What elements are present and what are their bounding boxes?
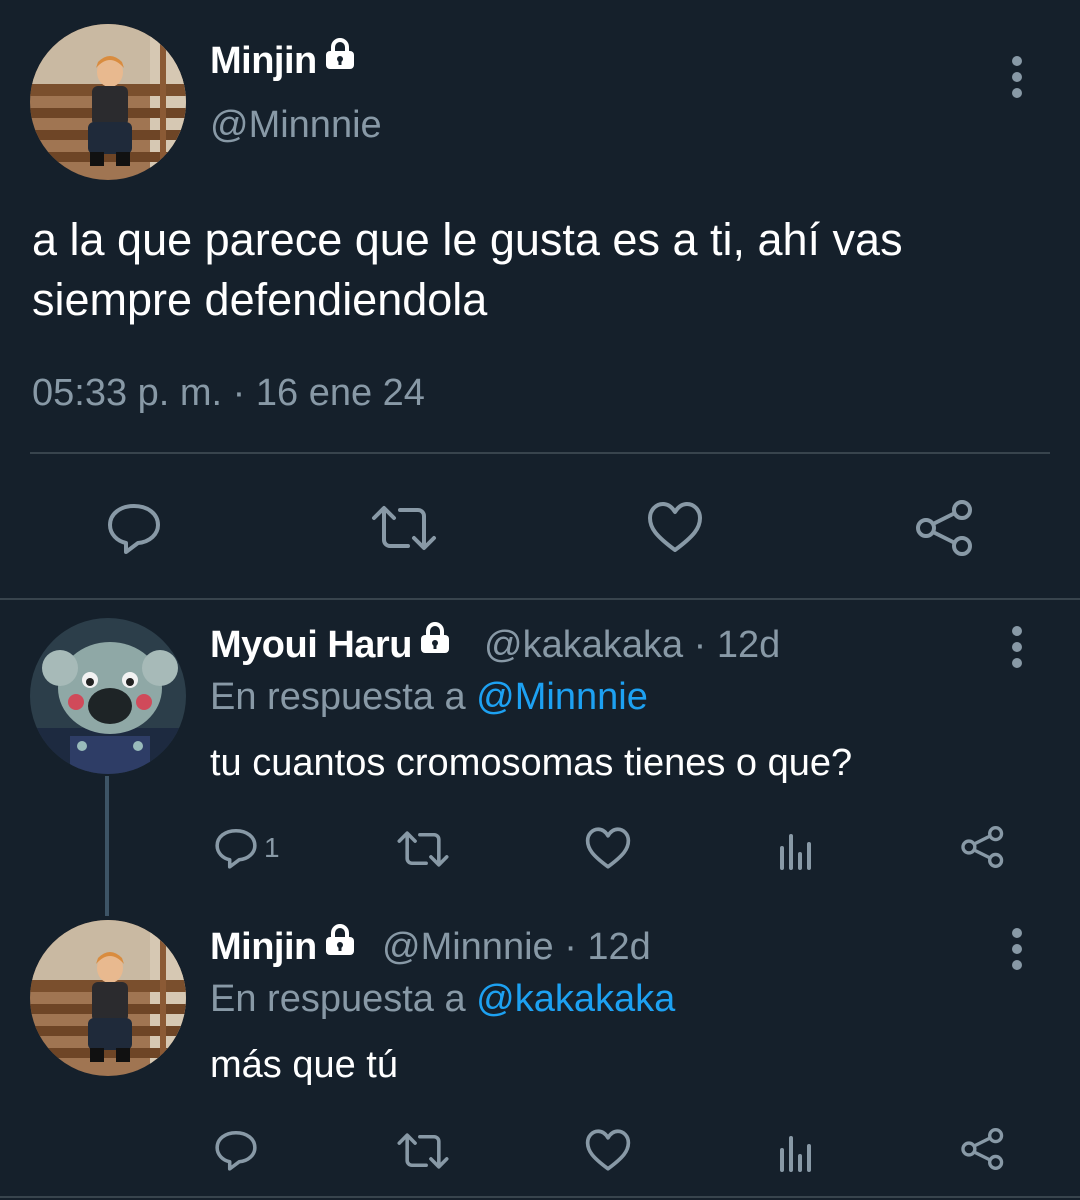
reply-button[interactable]	[214, 1128, 258, 1172]
reply-author-name-text: Minjin	[210, 926, 317, 968]
avatar[interactable]	[30, 24, 186, 180]
reply-icon	[108, 504, 160, 554]
retweet-button[interactable]	[396, 1132, 450, 1170]
reply-to-prefix: En respuesta a	[210, 978, 477, 1020]
reply-author-name[interactable]: Minjin	[210, 923, 357, 970]
like-button[interactable]	[584, 1128, 632, 1172]
like-button[interactable]	[646, 500, 704, 554]
tweet-detail-page: Minjin @Minnnie a la que parece que le g…	[0, 0, 1080, 1200]
section-divider	[0, 598, 1080, 600]
reply-to-prefix: En respuesta a	[210, 676, 477, 718]
retweet-button[interactable]	[396, 830, 450, 868]
reply-handle-time[interactable]: @kakakaka · 12d	[484, 624, 780, 667]
reply-to-line: En respuesta a @kakakaka	[210, 978, 675, 1021]
share-button[interactable]	[914, 498, 976, 558]
reply-icon	[215, 1130, 257, 1171]
section-divider	[0, 1196, 1080, 1198]
heart-icon	[585, 827, 631, 869]
reply-count: 1	[264, 832, 280, 863]
avatar[interactable]	[30, 618, 186, 774]
more-options-icon[interactable]	[1002, 52, 1032, 102]
heart-icon	[585, 1129, 631, 1171]
retweet-icon	[397, 1133, 449, 1169]
avatar[interactable]	[30, 920, 186, 1076]
author-handle[interactable]: @Minnnie	[210, 104, 382, 147]
author-name[interactable]: Minjin	[210, 37, 357, 84]
reply-to-line: En respuesta a @Minnnie	[210, 676, 648, 719]
retweet-button[interactable]	[370, 504, 438, 552]
reply-author-name-text: Myoui Haru	[210, 624, 412, 666]
lock-icon	[323, 37, 357, 80]
analytics-icon	[780, 1136, 811, 1172]
analytics-icon	[780, 834, 811, 870]
retweet-icon	[372, 506, 436, 550]
share-icon	[916, 500, 972, 556]
more-options-icon[interactable]	[1002, 622, 1032, 672]
reply-button[interactable]: 1	[214, 826, 280, 870]
share-icon	[961, 826, 1004, 868]
reply-author-name[interactable]: Myoui Haru	[210, 621, 452, 668]
share-button[interactable]	[960, 1126, 1006, 1172]
avatar-photo	[30, 24, 186, 180]
tweet-timestamp[interactable]: 05:33 p. m. · 16 ene 24	[32, 372, 425, 415]
analytics-button[interactable]	[776, 1132, 816, 1172]
reply-handle-time[interactable]: @Minnnie · 12d	[382, 926, 651, 969]
like-button[interactable]	[584, 826, 632, 870]
retweet-icon	[397, 831, 449, 867]
analytics-button[interactable]	[776, 830, 816, 870]
tweet-text: a la que parece que le gusta es a ti, ah…	[32, 214, 903, 325]
more-options-icon[interactable]	[1002, 924, 1032, 974]
divider	[30, 452, 1050, 454]
reply-icon	[215, 828, 257, 869]
share-button[interactable]	[960, 824, 1006, 870]
avatar-photo	[30, 618, 186, 774]
heart-icon	[648, 502, 702, 552]
lock-icon	[418, 621, 452, 664]
reply-text: tu cuantos cromosomas tienes o que?	[210, 742, 853, 784]
avatar-photo	[30, 920, 186, 1076]
author-name-text: Minjin	[210, 40, 317, 82]
reply-to-mention[interactable]: @kakakaka	[476, 978, 675, 1020]
lock-icon	[323, 923, 357, 966]
reply-text: más que tú	[210, 1044, 398, 1086]
thread-line	[105, 776, 109, 916]
share-icon	[961, 1128, 1004, 1170]
reply-to-mention[interactable]: @Minnnie	[476, 676, 648, 718]
reply-button[interactable]	[106, 500, 162, 556]
